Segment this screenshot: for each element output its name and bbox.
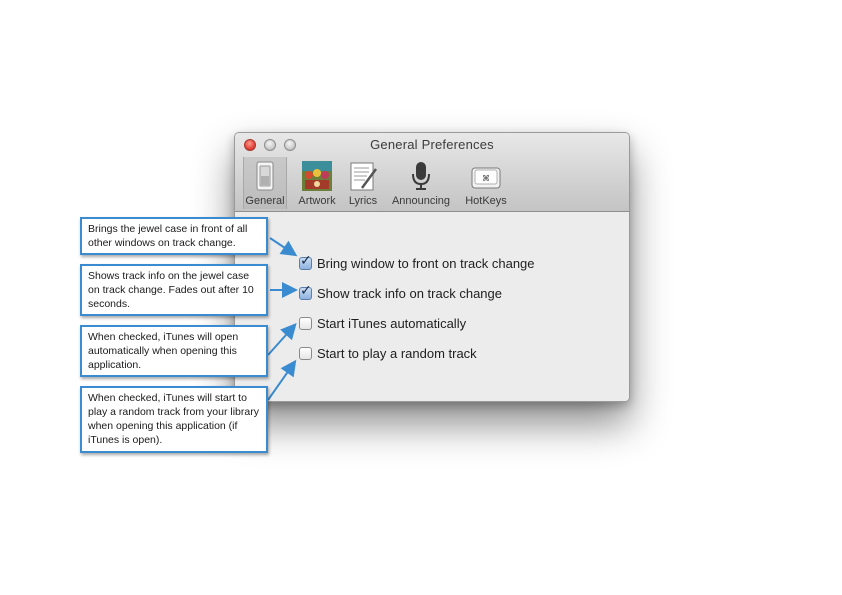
arrow [267, 359, 297, 401]
callout-bring-to-front: Brings the jewel case in front of all ot… [80, 217, 268, 255]
arrow [269, 237, 298, 257]
callout-show-track-info: Shows track info on the jewel case on tr… [80, 264, 268, 316]
callout-start-itunes: When checked, iTunes will open automatic… [80, 325, 268, 377]
callout-random-track: When checked, iTunes will start to play … [80, 386, 268, 453]
arrow [267, 323, 297, 356]
